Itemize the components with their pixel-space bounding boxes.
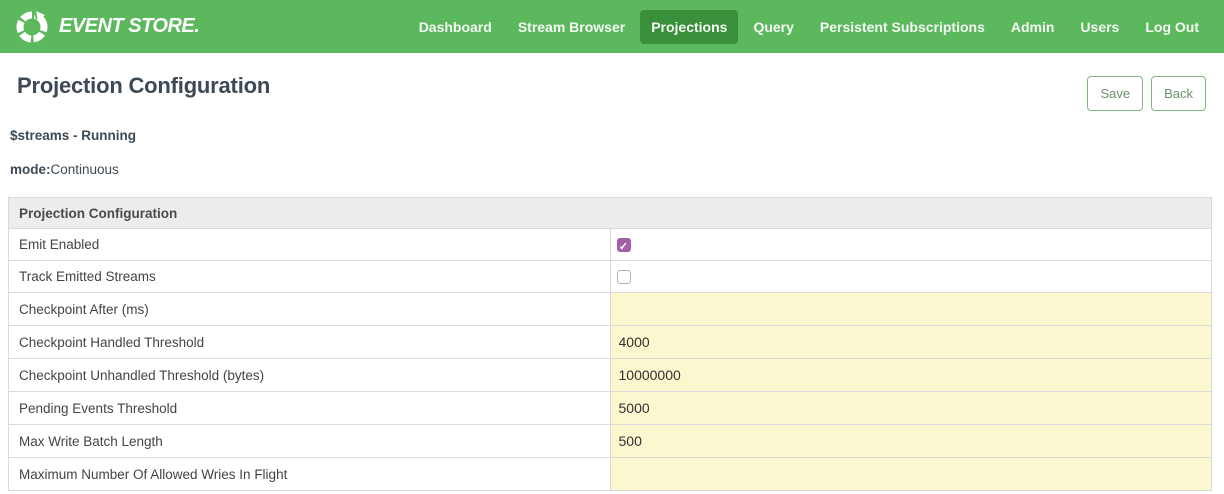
- nav-item-persistent-subscriptions[interactable]: Persistent Subscriptions: [809, 10, 996, 44]
- nav-item-users[interactable]: Users: [1069, 10, 1130, 44]
- mode-label: mode:: [10, 162, 51, 177]
- config-row-value: [610, 326, 1212, 359]
- maximum-number-of-allowed-wries-in-flight-input[interactable]: [611, 458, 1212, 490]
- config-row-label: Pending Events Threshold: [9, 392, 611, 425]
- config-row-value: ✓: [610, 229, 1212, 261]
- table-row: Maximum Number Of Allowed Wries In Fligh…: [9, 458, 1212, 491]
- event-store-logo-icon: [14, 9, 50, 45]
- config-row-label: Checkpoint Unhandled Threshold (bytes): [9, 359, 611, 392]
- mode-value: Continuous: [51, 162, 119, 177]
- table-row: Track Emitted Streams: [9, 261, 1212, 293]
- save-button[interactable]: Save: [1087, 76, 1143, 111]
- config-row-label: Maximum Number Of Allowed Wries In Fligh…: [9, 458, 611, 491]
- config-row-value: [610, 458, 1212, 491]
- config-row-value: [610, 293, 1212, 326]
- config-row-value: [610, 261, 1212, 293]
- projection-config-table: Projection Configuration Emit Enabled ✓ …: [8, 197, 1212, 491]
- nav-item-stream-browser[interactable]: Stream Browser: [507, 10, 636, 44]
- config-table-header: Projection Configuration: [9, 198, 1212, 229]
- nav-item-projections[interactable]: Projections: [640, 10, 738, 44]
- emit-enabled-checkbox[interactable]: ✓: [617, 238, 631, 252]
- config-row-label: Checkpoint After (ms): [9, 293, 611, 326]
- brand[interactable]: EVENT STORE.: [14, 9, 199, 45]
- nav-item-dashboard[interactable]: Dashboard: [408, 10, 503, 44]
- checkpoint-after-ms-input[interactable]: [611, 293, 1212, 325]
- pending-events-threshold-input[interactable]: [611, 392, 1212, 424]
- config-row-label: Max Write Batch Length: [9, 425, 611, 458]
- projection-mode: mode:Continuous: [0, 143, 1224, 177]
- config-row-label: Emit Enabled: [9, 229, 611, 261]
- table-row: Max Write Batch Length: [9, 425, 1212, 458]
- track-emitted-streams-checkbox[interactable]: [617, 270, 631, 284]
- table-row: Pending Events Threshold: [9, 392, 1212, 425]
- nav-menu: DashboardStream BrowserProjectionsQueryP…: [408, 10, 1210, 44]
- back-button[interactable]: Back: [1151, 76, 1206, 111]
- checkpoint-handled-threshold-input[interactable]: [611, 326, 1212, 358]
- config-row-label: Track Emitted Streams: [9, 261, 611, 293]
- checkmark-icon: ✓: [619, 241, 628, 253]
- table-row: Checkpoint After (ms): [9, 293, 1212, 326]
- nav-item-admin[interactable]: Admin: [1000, 10, 1066, 44]
- projection-status: $streams - Running: [0, 111, 1224, 143]
- table-row: Emit Enabled ✓: [9, 229, 1212, 261]
- page-header: Projection Configuration Save Back: [0, 53, 1224, 111]
- max-write-batch-length-input[interactable]: [611, 425, 1212, 457]
- top-navbar: EVENT STORE. DashboardStream BrowserProj…: [0, 0, 1224, 53]
- config-table-body: Emit Enabled ✓ Track Emitted Streams Che…: [9, 229, 1212, 491]
- brand-title: EVENT STORE.: [59, 15, 199, 38]
- page-title: Projection Configuration: [17, 73, 270, 99]
- config-row-value: [610, 425, 1212, 458]
- config-row-value: [610, 359, 1212, 392]
- table-row: Checkpoint Handled Threshold: [9, 326, 1212, 359]
- config-row-label: Checkpoint Handled Threshold: [9, 326, 611, 359]
- nav-item-query[interactable]: Query: [742, 10, 804, 44]
- nav-item-log-out[interactable]: Log Out: [1134, 10, 1210, 44]
- table-row: Checkpoint Unhandled Threshold (bytes): [9, 359, 1212, 392]
- config-row-value: [610, 392, 1212, 425]
- header-actions: Save Back: [1087, 76, 1206, 111]
- checkpoint-unhandled-threshold-bytes-input[interactable]: [611, 359, 1212, 391]
